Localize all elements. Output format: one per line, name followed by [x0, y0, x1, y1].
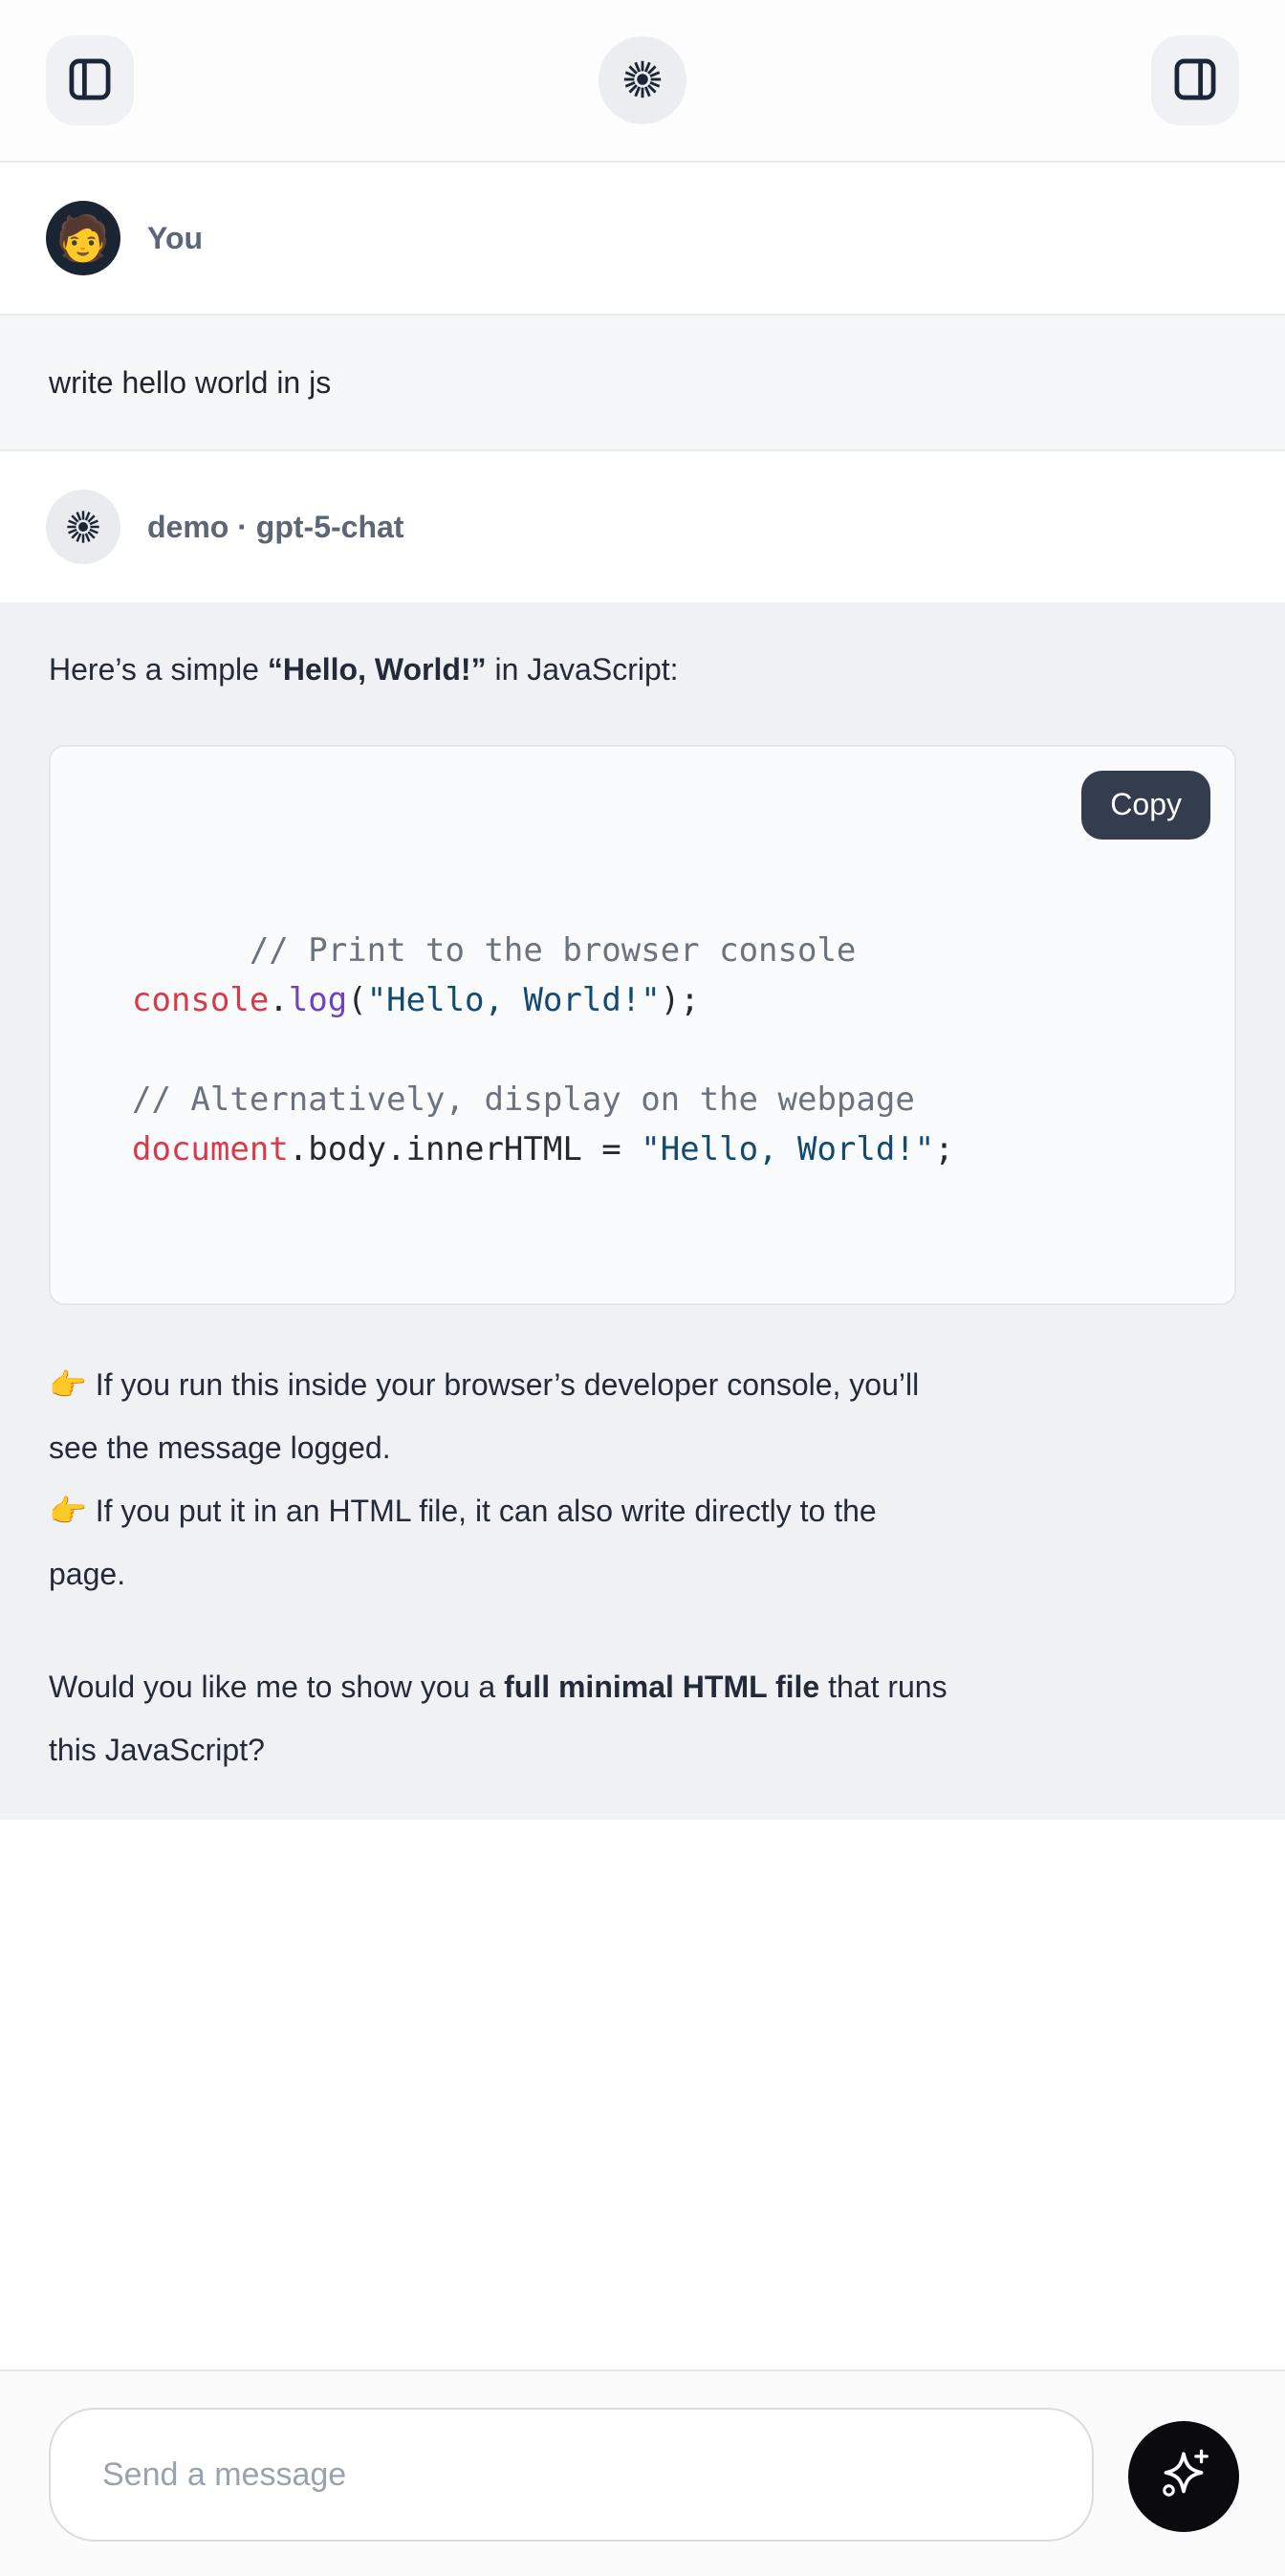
assistant-avatar	[46, 490, 120, 564]
user-author-label: You	[147, 221, 203, 256]
assistant-intro-text: Here’s a simple “Hello, World!” in JavaS…	[49, 638, 1236, 701]
panel-left-icon	[65, 55, 115, 107]
right-panel-toggle-button[interactable]	[1151, 35, 1239, 125]
assistant-question-text: Would you like me to show you a full min…	[49, 1655, 1236, 1781]
assistant-tips-text: 👉 If you run this inside your browser’s …	[49, 1353, 1236, 1605]
user-message-text: write hello world in js	[49, 365, 331, 401]
starburst-logo-icon	[64, 508, 102, 546]
code-content: // Print to the browser console console.…	[132, 931, 954, 1168]
panel-right-icon	[1170, 55, 1220, 107]
top-bar	[0, 0, 1285, 163]
person-emoji: 🧑	[55, 216, 110, 260]
user-message-bubble: write hello world in js	[0, 314, 1285, 451]
starburst-logo-icon	[621, 57, 664, 104]
user-avatar: 🧑	[46, 201, 120, 275]
composer-bar	[0, 2369, 1285, 2576]
assistant-author-label: demo · gpt-5-chat	[147, 510, 403, 545]
assistant-message-bubble: Here’s a simple “Hello, World!” in JavaS…	[0, 602, 1285, 1820]
user-message-header: 🧑 You	[0, 163, 1285, 314]
message-input[interactable]	[49, 2408, 1094, 2542]
sidebar-toggle-button[interactable]	[46, 35, 134, 125]
chat-app: 🧑 You write hello world in js demo · gpt…	[0, 0, 1285, 2576]
send-button[interactable]	[1128, 2421, 1239, 2532]
empty-chat-space	[0, 1820, 1285, 2369]
assistant-message-header: demo · gpt-5-chat	[0, 451, 1285, 602]
app-logo-button[interactable]	[599, 36, 686, 124]
copy-code-button[interactable]: Copy	[1081, 771, 1210, 840]
sparkle-icon	[1152, 2444, 1215, 2510]
code-block: Copy // Print to the browser console con…	[49, 745, 1236, 1305]
